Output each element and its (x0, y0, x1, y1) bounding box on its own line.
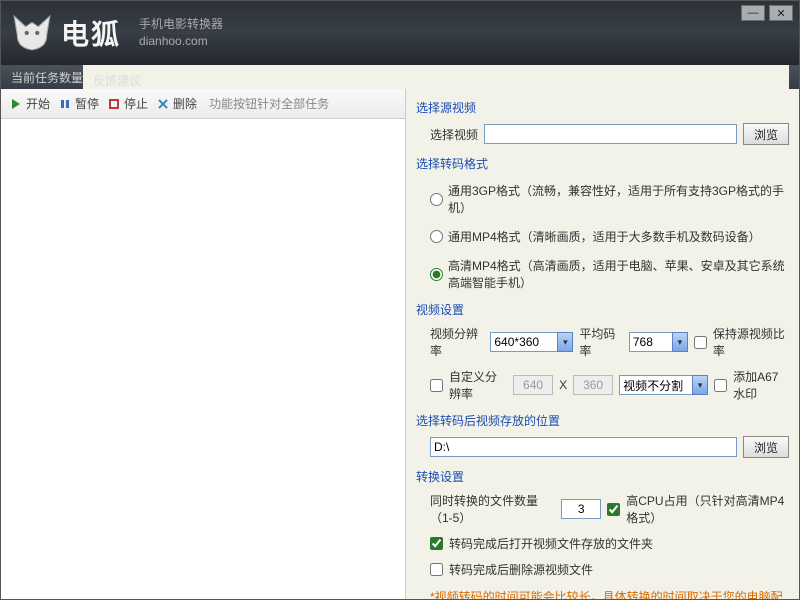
resolution-select[interactable] (490, 332, 558, 352)
stop-icon (107, 97, 121, 111)
section-video: 视频设置 (416, 301, 789, 318)
format-3gp-radio[interactable] (430, 193, 443, 206)
chevron-down-icon[interactable]: ▾ (692, 375, 708, 395)
brand: 电狐 手机电影转换器 dianhoo.com (11, 12, 223, 54)
keep-ratio-label: 保持源视频比率 (713, 325, 789, 359)
chevron-down-icon[interactable]: ▾ (557, 332, 573, 352)
output-path-input[interactable] (430, 437, 737, 457)
keep-ratio-checkbox[interactable] (694, 336, 707, 349)
high-cpu-checkbox[interactable] (607, 503, 620, 516)
source-input[interactable] (484, 124, 737, 144)
brand-name: 电狐 (61, 13, 121, 53)
delete-button[interactable]: 删除 (156, 95, 197, 112)
toolbar-hint: 功能按钮针对全部任务 (209, 95, 329, 112)
bitrate-select[interactable] (629, 332, 673, 352)
chevron-down-icon[interactable]: ▾ (672, 332, 688, 352)
source-browse-button[interactable]: 浏览 (743, 123, 789, 145)
left-panel: 开始 暂停 停止 删除 功能按钮针对全部任务 (1, 89, 406, 599)
pause-icon (58, 97, 72, 111)
custom-height-input[interactable] (573, 375, 613, 395)
open-folder-checkbox[interactable] (430, 537, 443, 550)
watermark-checkbox[interactable] (714, 379, 727, 392)
split-select[interactable] (619, 375, 693, 395)
format-hdmp4-label: 高清MP4格式（高清画质，适用于电脑、苹果、安卓及其它系统高端智能手机） (448, 257, 789, 291)
high-cpu-label: 高CPU占用（只针对高清MP4格式） (626, 492, 789, 526)
open-folder-label: 转码完成后打开视频文件存放的文件夹 (449, 535, 653, 552)
format-hdmp4-radio[interactable] (430, 268, 443, 281)
warning-text: *视频转码的时间可能会比较长，具体转换的时间取决于您的电脑配置情况。 (430, 588, 789, 599)
delete-source-label: 转码完成后删除源视频文件 (449, 561, 593, 578)
statusbar: 当前任务数量 帮助技巧 反馈建议 QQ群：212399304, 17377925… (1, 65, 799, 89)
task-list (1, 119, 405, 599)
pause-button[interactable]: 暂停 (58, 95, 99, 112)
custom-width-input[interactable] (513, 375, 553, 395)
titlebar: 电狐 手机电影转换器 dianhoo.com — ✕ (1, 1, 799, 65)
brand-sub: 手机电影转换器 dianhoo.com (139, 16, 223, 50)
section-convert: 转换设置 (416, 468, 789, 485)
play-icon (9, 97, 23, 111)
output-browse-button[interactable]: 浏览 (743, 436, 789, 458)
watermark-label: 添加A67水印 (733, 368, 789, 402)
settings-panel: 选择源视频 选择视频 浏览 选择转码格式 通用3GP格式（流畅，兼容性好，适用于… (406, 89, 799, 599)
fox-icon (11, 12, 53, 54)
app-window: 电狐 手机电影转换器 dianhoo.com — ✕ 当前任务数量 帮助技巧 反… (0, 0, 800, 600)
source-label: 选择视频 (430, 126, 478, 143)
concurrent-label: 同时转换的文件数量（1-5） (430, 492, 555, 526)
toolbar: 开始 暂停 停止 删除 功能按钮针对全部任务 (1, 89, 405, 119)
custom-res-checkbox[interactable] (430, 379, 443, 392)
delete-icon (156, 97, 170, 111)
section-source: 选择源视频 (416, 99, 789, 116)
close-button[interactable]: ✕ (769, 5, 793, 21)
bitrate-label: 平均码率 (579, 325, 623, 359)
format-3gp-label: 通用3GP格式（流畅，兼容性好，适用于所有支持3GP格式的手机） (448, 182, 789, 216)
format-mp4-radio[interactable] (430, 230, 443, 243)
start-button[interactable]: 开始 (9, 95, 50, 112)
resolution-label: 视频分辨率 (430, 325, 484, 359)
delete-source-checkbox[interactable] (430, 563, 443, 576)
section-format: 选择转码格式 (416, 155, 789, 172)
section-output: 选择转码后视频存放的位置 (416, 412, 789, 429)
stop-button[interactable]: 停止 (107, 95, 148, 112)
concurrent-input[interactable] (561, 499, 601, 519)
feedback-link[interactable]: 反馈建议 (93, 72, 779, 89)
brand-subtitle: 手机电影转换器 (139, 16, 223, 33)
brand-domain: dianhoo.com (139, 33, 223, 50)
task-count-label: 当前任务数量 (11, 69, 83, 86)
custom-res-label: 自定义分辨率 (449, 368, 507, 402)
format-mp4-label: 通用MP4格式（清晰画质，适用于大多数手机及数码设备） (448, 228, 761, 245)
window-controls: — ✕ (741, 5, 793, 21)
main-area: 开始 暂停 停止 删除 功能按钮针对全部任务 选择源视频 (1, 89, 799, 599)
minimize-button[interactable]: — (741, 5, 765, 21)
